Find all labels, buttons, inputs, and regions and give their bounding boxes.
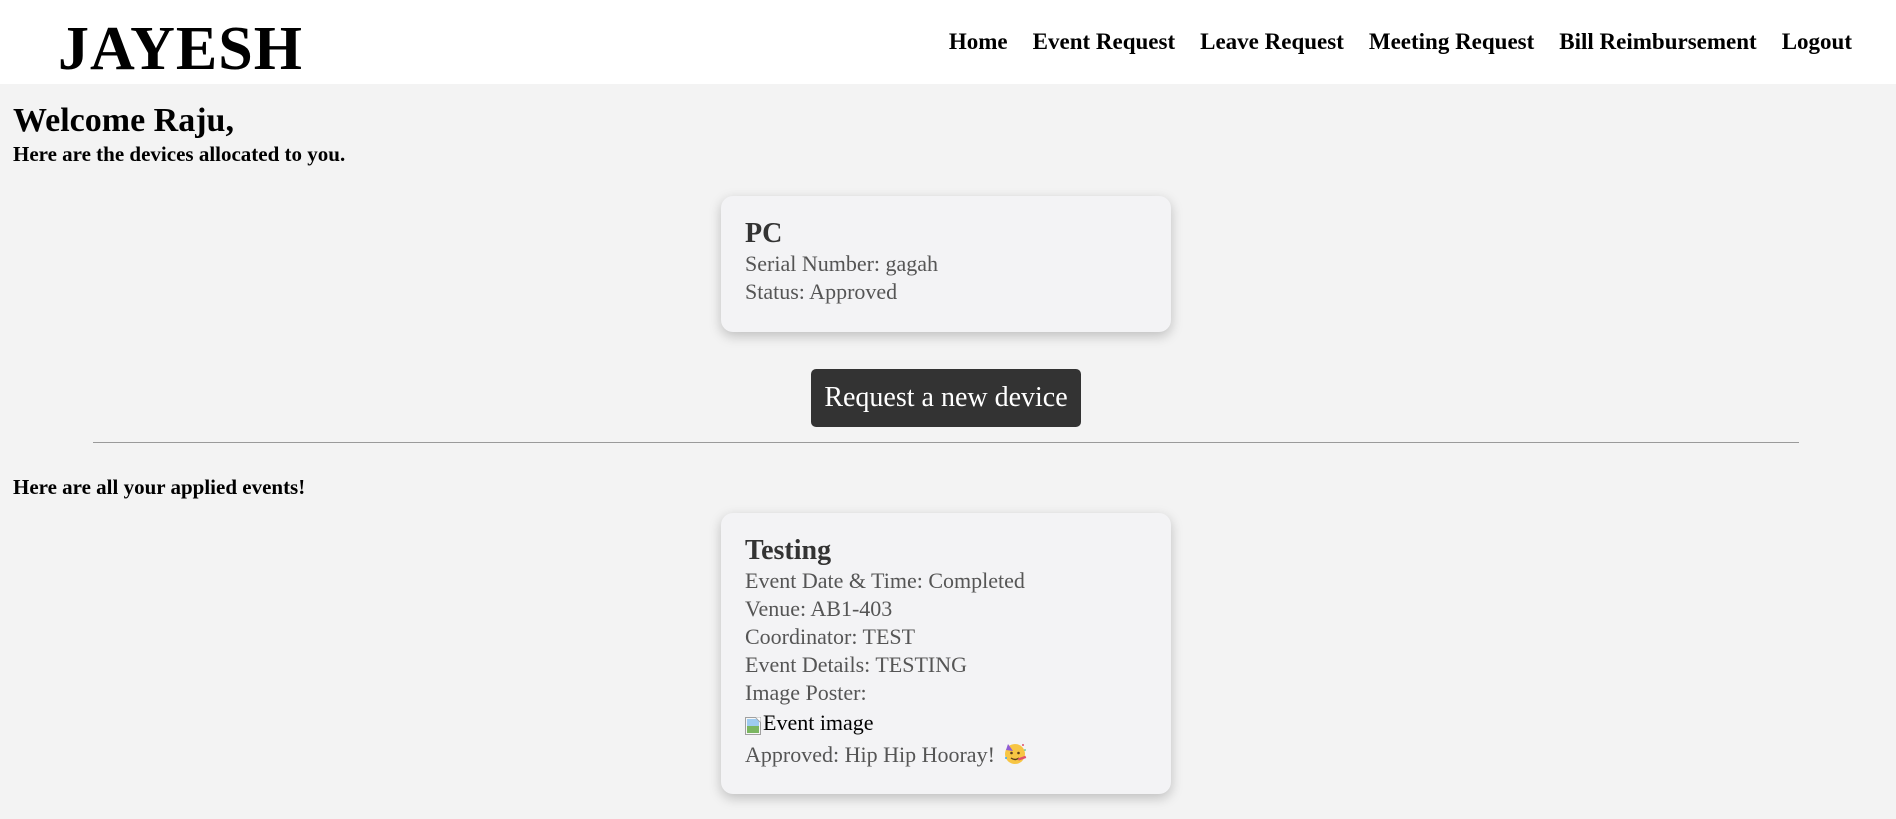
- events-heading: Here are all your applied events!: [13, 475, 306, 499]
- event-poster-label: Image Poster:: [745, 680, 867, 705]
- nav-home-link[interactable]: Home: [949, 26, 1008, 58]
- event-title: Testing: [745, 535, 832, 566]
- event-poster-image: Event image: [745, 709, 1147, 737]
- broken-image-icon: [745, 714, 762, 735]
- device-card: PC Serial Number: gagah Status: Approved: [721, 196, 1171, 332]
- event-venue: Venue: AB1-403: [745, 596, 893, 621]
- nav-bill-reimbursement-link[interactable]: Bill Reimbursement: [1559, 26, 1756, 58]
- nav-event-request-link[interactable]: Event Request: [1033, 26, 1175, 58]
- nav-meeting-request-link[interactable]: Meeting Request: [1369, 26, 1534, 58]
- devices-heading: Here are the devices allocated to you.: [13, 142, 346, 166]
- navbar: JAYESH Home Event Request Leave Request …: [0, 0, 1896, 84]
- nav-menu: Home Event Request Leave Request Meeting…: [949, 26, 1852, 58]
- event-date-time: Event Date & Time: Completed: [745, 568, 1025, 593]
- event-image-alt-text: Event image: [763, 710, 874, 735]
- nav-leave-request-link[interactable]: Leave Request: [1200, 26, 1344, 58]
- nav-logout-link[interactable]: Logout: [1782, 26, 1852, 58]
- section-divider: [93, 442, 1799, 443]
- device-name: PC: [745, 218, 783, 249]
- brand-logo[interactable]: JAYESH: [58, 14, 303, 84]
- event-details: Event Details: TESTING: [745, 652, 967, 677]
- device-serial: Serial Number: gagah: [745, 251, 939, 276]
- device-status: Status: Approved: [745, 279, 898, 304]
- event-coordinator: Coordinator: TEST: [745, 624, 916, 649]
- welcome-heading: Welcome Raju,: [13, 102, 234, 139]
- event-approval: Approved: Hip Hip Hooray!: [745, 741, 1147, 769]
- request-device-button[interactable]: Request a new device: [811, 369, 1081, 427]
- party-face-icon: [1003, 741, 1027, 765]
- event-approval-text: Approved: Hip Hip Hooray!: [745, 742, 995, 767]
- event-card: Testing Event Date & Time: Completed Ven…: [721, 513, 1171, 794]
